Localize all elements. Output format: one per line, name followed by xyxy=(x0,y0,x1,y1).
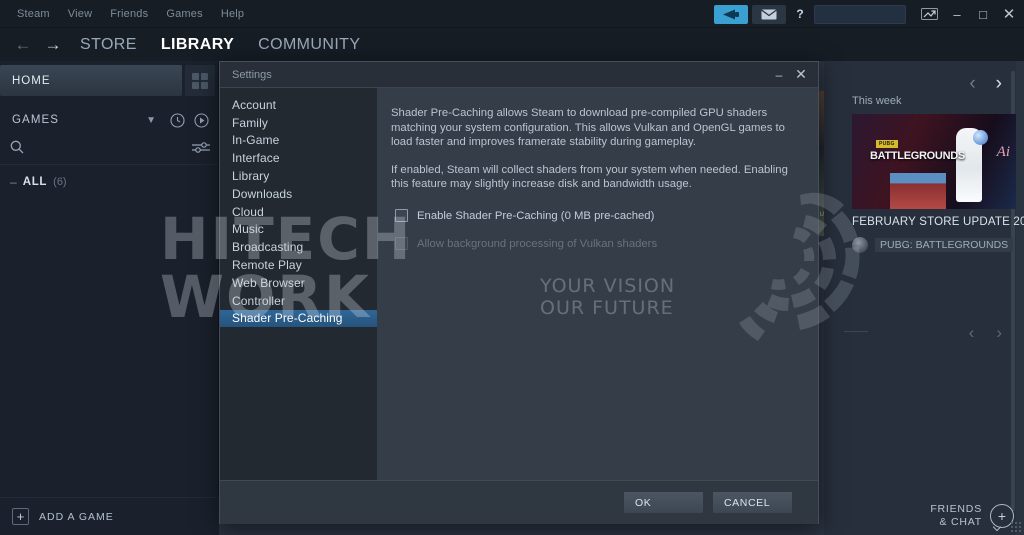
friends-label: FRIENDS xyxy=(930,503,982,515)
settings-nav-web-browser[interactable]: Web Browser xyxy=(220,274,377,292)
collection-all[interactable]: – ALL (6) xyxy=(0,169,218,195)
chevron-left-icon-secondary[interactable]: ‹ xyxy=(969,323,975,343)
steam-client-window: Steam View Friends Games Help ? – □ ✕ ← … xyxy=(0,0,1024,535)
settings-dialog-title: Settings xyxy=(232,68,272,81)
cancel-button[interactable]: CANCEL xyxy=(713,492,792,513)
settings-nav-downloads[interactable]: Downloads xyxy=(220,185,377,203)
settings-dialog-footer: OK CANCEL xyxy=(220,480,818,524)
news-card-game-row: PUBG: BATTLEGROUNDS xyxy=(852,237,1014,253)
library-search-row xyxy=(0,135,218,165)
navigation-bar: ← → STORE LIBRARY COMMUNITY xyxy=(0,28,1024,61)
nav-link-library[interactable]: LIBRARY xyxy=(149,36,246,54)
settings-nav-shader-pre-caching[interactable]: Shader Pre-Caching xyxy=(220,309,377,328)
orb-graphic xyxy=(973,130,988,145)
games-filter-row[interactable]: GAMES ▼ xyxy=(0,105,218,135)
clock-icon[interactable] xyxy=(166,109,188,131)
back-arrow-icon[interactable]: ← xyxy=(8,33,38,57)
search-icon xyxy=(10,140,24,159)
settings-nav-in-game[interactable]: In-Game xyxy=(220,132,377,150)
shader-description-paragraph-1: Shader Pre-Caching allows Steam to downl… xyxy=(391,107,785,148)
pubg-banner-logo: BATTLEGROUNDS xyxy=(870,150,965,162)
allow-background-vulkan-row: Allow background processing of Vulkan sh… xyxy=(395,233,798,255)
enable-shader-precaching-checkbox[interactable] xyxy=(395,209,408,222)
collection-all-label: ALL xyxy=(22,176,48,188)
home-button[interactable]: HOME xyxy=(0,65,182,96)
menu-item-view[interactable]: View xyxy=(59,5,101,23)
mail-icon[interactable] xyxy=(752,4,786,24)
settings-minimize-button[interactable]: – xyxy=(768,64,790,86)
menu-item-steam[interactable]: Steam xyxy=(8,5,59,23)
broadcast-icon[interactable] xyxy=(714,4,748,24)
settings-nav-cloud[interactable]: Cloud xyxy=(220,203,377,221)
help-icon[interactable]: ? xyxy=(790,5,810,24)
news-carousel-nav: ‹ › xyxy=(969,73,1002,95)
shader-description-paragraph-2: If enabled, Steam will collect shaders f… xyxy=(391,163,788,191)
enable-shader-precaching-label: Enable Shader Pre-Caching (0 MB pre-cach… xyxy=(417,209,655,222)
settings-nav-list: Account Family In-Game Interface Library… xyxy=(220,87,377,480)
news-panel: ‹ › This week Ai PUBG BATTLEGROUNDS FEBR… xyxy=(824,61,1024,535)
grid-view-icon[interactable] xyxy=(185,65,215,96)
library-search-input[interactable] xyxy=(30,142,192,157)
window-close-button[interactable]: ✕ xyxy=(998,0,1020,28)
ok-button[interactable]: OK xyxy=(624,492,703,513)
news-carousel-nav-secondary: ‹ › xyxy=(969,323,1002,343)
chevron-right-icon[interactable]: › xyxy=(996,73,1002,95)
news-section-label: This week xyxy=(852,95,902,107)
chevron-left-icon[interactable]: ‹ xyxy=(969,73,975,95)
chevron-right-icon-secondary[interactable]: › xyxy=(996,323,1002,343)
settings-nav-remote-play[interactable]: Remote Play xyxy=(220,256,377,274)
add-a-game-button[interactable]: + ADD A GAME xyxy=(0,497,219,535)
news-card-title[interactable]: FEBRUARY STORE UPDATE 2023 xyxy=(852,216,1024,228)
news-card-game-label[interactable]: PUBG: BATTLEGROUNDS xyxy=(875,238,1014,252)
settings-content-panel: Shader Pre-Caching allows Steam to downl… xyxy=(377,87,818,480)
friends-chat-label: FRIENDS & CHAT xyxy=(930,503,982,529)
collection-all-count: (6) xyxy=(53,176,67,188)
resize-grip[interactable] xyxy=(1011,522,1021,532)
games-label: GAMES xyxy=(12,114,60,126)
settings-dialog: Settings – ✕ Account Family In-Game Inte… xyxy=(219,61,819,524)
news-card-image[interactable]: Ai PUBG BATTLEGROUNDS xyxy=(852,114,1016,209)
settings-dialog-titlebar: Settings – ✕ xyxy=(220,62,818,87)
friends-and-chat-button[interactable]: FRIENDS & CHAT + xyxy=(930,503,1014,529)
chat-label: & CHAT xyxy=(939,516,982,528)
add-a-game-label: ADD A GAME xyxy=(39,510,114,523)
chevron-down-icon[interactable]: ▼ xyxy=(138,115,164,126)
settings-nav-controller[interactable]: Controller xyxy=(220,292,377,310)
game-avatar-icon xyxy=(852,237,868,253)
library-sidebar: HOME GAMES ▼ – ALL (6) + ADD A GAME xyxy=(0,61,219,535)
allow-background-vulkan-checkbox xyxy=(395,237,408,250)
settings-close-button[interactable]: ✕ xyxy=(790,64,812,86)
settings-nav-account[interactable]: Account xyxy=(220,96,377,114)
settings-nav-interface[interactable]: Interface xyxy=(220,149,377,167)
menu-bar: Steam View Friends Games Help ? – □ ✕ xyxy=(0,0,1024,28)
crate-graphic xyxy=(890,173,946,209)
menu-item-help[interactable]: Help xyxy=(212,5,253,23)
nav-link-store[interactable]: STORE xyxy=(68,36,149,54)
settings-nav-music[interactable]: Music xyxy=(220,221,377,239)
home-row: HOME xyxy=(0,64,215,97)
enable-shader-precaching-row[interactable]: Enable Shader Pre-Caching (0 MB pre-cach… xyxy=(395,205,798,227)
menu-item-games[interactable]: Games xyxy=(157,5,211,23)
screenshot-icon[interactable] xyxy=(916,3,942,25)
pubg-tag: PUBG xyxy=(876,140,898,148)
menu-item-friends[interactable]: Friends xyxy=(101,5,157,23)
window-maximize-button[interactable]: □ xyxy=(972,0,994,28)
titlebar-actions: ? – □ ✕ xyxy=(714,0,1020,28)
plus-icon: + xyxy=(12,508,29,525)
settings-nav-broadcasting[interactable]: Broadcasting xyxy=(220,238,377,256)
script-graphic: Ai xyxy=(996,144,1010,160)
allow-background-vulkan-label: Allow background processing of Vulkan sh… xyxy=(417,237,658,250)
settings-dialog-body: Account Family In-Game Interface Library… xyxy=(220,87,818,480)
nav-link-community[interactable]: COMMUNITY xyxy=(246,36,372,54)
settings-nav-family[interactable]: Family xyxy=(220,114,377,132)
news-divider xyxy=(844,331,868,332)
forward-arrow-icon[interactable]: → xyxy=(38,33,68,57)
titlebar-search-input[interactable] xyxy=(814,4,906,24)
play-icon[interactable] xyxy=(190,109,212,131)
filter-sliders-icon[interactable] xyxy=(192,141,210,159)
settings-nav-library[interactable]: Library xyxy=(220,167,377,185)
collapse-icon[interactable]: – xyxy=(10,175,17,189)
window-minimize-button[interactable]: – xyxy=(946,0,968,28)
